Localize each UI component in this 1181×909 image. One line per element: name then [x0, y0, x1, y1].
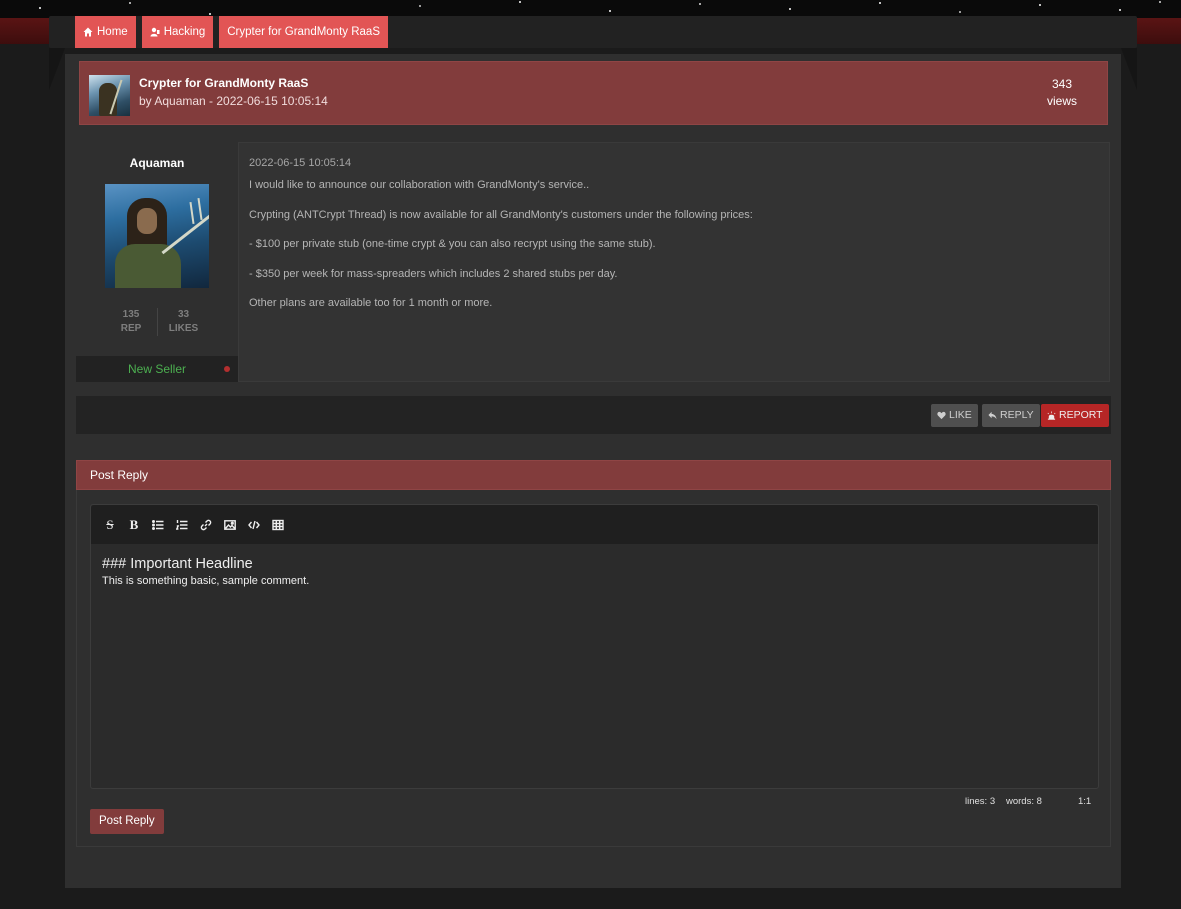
post-paragraph: - $100 per private stub (one-time crypt …: [249, 238, 656, 250]
post-content: 2022-06-15 10:05:14 I would like to anno…: [238, 142, 1110, 382]
breadcrumb-hacking[interactable]: Hacking: [141, 16, 214, 48]
report-button[interactable]: REPORT: [1041, 404, 1109, 427]
breadcrumb: Home Hacking Crypter for GrandMonty RaaS: [75, 16, 389, 48]
image-icon[interactable]: [221, 516, 239, 534]
rank-label: New Seller: [127, 362, 187, 376]
reply-header: Post Reply: [76, 460, 1111, 490]
likes-value: 33: [177, 309, 190, 320]
post-actions-bar: LIKE REPLY REPORT: [76, 396, 1111, 434]
rep-stat: 135 REP: [105, 308, 157, 336]
post-reply-section: Post Reply S B ### Important Headline Th…: [76, 460, 1111, 847]
post-paragraph: Other plans are available too for 1 mont…: [249, 297, 493, 309]
code-icon[interactable]: [245, 516, 263, 534]
author-stats: 135 REP 33 LIKES: [76, 308, 238, 336]
bullet-list-icon[interactable]: [149, 516, 167, 534]
likes-label: LIKES: [168, 323, 199, 334]
breadcrumb-label: Crypter for GrandMonty RaaS: [227, 26, 381, 38]
breadcrumb-current-thread[interactable]: Crypter for GrandMonty RaaS: [219, 16, 389, 48]
heart-icon: [937, 411, 946, 420]
link-icon[interactable]: [197, 516, 215, 534]
thread-header: Crypter for GrandMonty RaaS by Aquaman -…: [79, 61, 1108, 125]
rep-value: 135: [122, 309, 140, 320]
rank-badge: New Seller: [76, 356, 238, 382]
reply-button[interactable]: REPLY: [982, 404, 1040, 427]
reply-icon: [988, 411, 997, 420]
reply-label: REPLY: [1000, 409, 1034, 421]
views-counter: 343 views: [1017, 76, 1107, 110]
editor-heading-line: ### Important Headline: [102, 556, 253, 572]
home-icon: [83, 27, 93, 37]
like-label: LIKE: [949, 409, 972, 421]
rep-label: REP: [120, 323, 142, 334]
post-paragraph: I would like to announce our collaborati…: [249, 179, 590, 191]
avatar[interactable]: [105, 184, 209, 288]
numbered-list-icon[interactable]: [173, 516, 191, 534]
editor-body-line: This is something basic, sample comment.: [102, 575, 310, 587]
views-label: views: [1046, 94, 1077, 108]
table-icon[interactable]: [269, 516, 287, 534]
cursor-position: 1:1: [1078, 796, 1092, 807]
post-author-panel: Aquaman 135 REP 33 LIKES New Seller: [76, 142, 238, 382]
post-paragraph: - $350 per week for mass-spreaders which…: [249, 267, 618, 280]
post-text: I would like to announce our collaborati…: [249, 178, 753, 326]
markdown-editor: S B ### Important Headline This is somet…: [90, 504, 1099, 789]
siren-icon: [1047, 411, 1056, 420]
bold-icon[interactable]: B: [125, 516, 143, 534]
editor-textarea[interactable]: ### Important Headline This is something…: [91, 544, 1098, 600]
breadcrumb-label: Home: [97, 26, 128, 38]
thread-title: Crypter for GrandMonty RaaS: [139, 76, 309, 90]
thread-author-thumbnail[interactable]: [89, 75, 130, 116]
decor-right: [1121, 48, 1137, 90]
views-count: 343: [1051, 77, 1073, 91]
breadcrumb-label: Hacking: [163, 26, 206, 38]
thread-byline: by Aquaman - 2022-06-15 10:05:14: [139, 94, 328, 108]
report-label: REPORT: [1059, 409, 1103, 421]
editor-toolbar: S B: [91, 505, 1098, 544]
author-name[interactable]: Aquaman: [76, 156, 238, 170]
breadcrumb-home[interactable]: Home: [75, 16, 136, 48]
user-icon: [150, 27, 160, 37]
line-count: lines: 3: [965, 796, 996, 807]
decor-left: [49, 48, 65, 90]
post-date: 2022-06-15 10:05:14: [249, 157, 352, 169]
offline-status-icon: [224, 366, 230, 372]
word-count: words: 8: [1006, 796, 1042, 807]
post-paragraph: Crypting (ANTCrypt Thread) is now availa…: [249, 208, 753, 221]
like-button[interactable]: LIKE: [931, 404, 978, 427]
thread-container: Crypter for GrandMonty RaaS by Aquaman -…: [65, 54, 1121, 888]
likes-stat: 33 LIKES: [157, 308, 209, 336]
post-reply-button[interactable]: Post Reply: [90, 809, 164, 834]
strikethrough-icon[interactable]: S: [101, 516, 119, 534]
